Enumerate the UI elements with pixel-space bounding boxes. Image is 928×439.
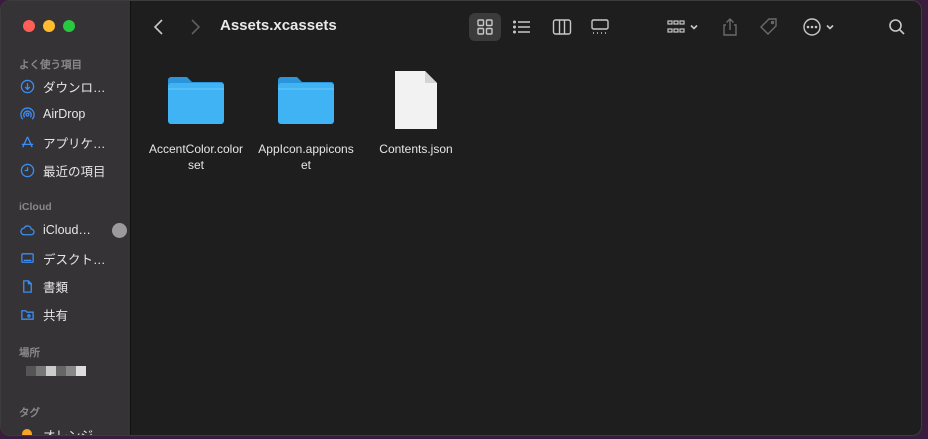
grid-icon [477, 19, 493, 35]
ellipsis-circle-icon [802, 18, 821, 36]
sidebar-item-label: 最近の項目 [43, 164, 106, 179]
view-gallery-button[interactable] [584, 13, 616, 41]
applications-icon [19, 134, 35, 150]
share-icon [723, 18, 737, 36]
sidebar: よく使う項目 ダウンロ… AirDrop アプリケ… 最近の項目 iCloud … [1, 1, 131, 435]
section-title-locations: 場所 [19, 347, 40, 359]
section-title-tags: タグ [19, 407, 40, 419]
file-browser-content: AccentColor.colorset AppIcon.appiconset … [132, 53, 921, 435]
cloud-icon [19, 222, 35, 238]
sidebar-item-airdrop[interactable]: AirDrop [19, 104, 127, 124]
file-item-contents-json[interactable]: Contents.json [366, 67, 466, 157]
document-file-icon [395, 71, 437, 129]
toolbar: Assets.xcassets [132, 1, 921, 53]
view-list-button[interactable] [506, 13, 538, 41]
sidebar-item-applications[interactable]: アプリケ… [19, 132, 127, 152]
columns-icon [552, 19, 572, 35]
folder-icon [168, 77, 224, 124]
sidebar-item-documents[interactable]: 書類 [19, 276, 127, 296]
view-columns-button[interactable] [546, 13, 578, 41]
sidebar-item-tag-orange[interactable]: オレンジ [19, 424, 127, 436]
airdrop-icon [19, 106, 35, 122]
redacted-location-item[interactable] [26, 366, 86, 376]
file-name: Contents.json [379, 142, 453, 156]
sidebar-item-label: 共有 [43, 308, 69, 323]
finder-window: よく使う項目 ダウンロ… AirDrop アプリケ… 最近の項目 iCloud … [0, 0, 922, 436]
sidebar-item-label: iCloud… [43, 223, 91, 237]
back-button[interactable] [146, 13, 172, 41]
file-name: AccentColor.colorset [148, 142, 244, 172]
sidebar-item-label: デスクト… [43, 252, 106, 267]
sidebar-item-recents[interactable]: 最近の項目 [19, 160, 127, 180]
close-window-button[interactable] [23, 20, 35, 32]
orange-tag-dot [19, 426, 35, 435]
more-actions-button[interactable] [798, 13, 838, 41]
window-controls [23, 20, 75, 32]
chevron-down-icon [825, 24, 834, 30]
sidebar-item-shared[interactable]: 共有 [19, 304, 127, 324]
file-name: AppIcon.appiconset [258, 142, 354, 172]
chevron-left-icon [153, 19, 163, 35]
sidebar-item-label: ダウンロ… [43, 80, 106, 95]
tag-button[interactable] [755, 13, 783, 41]
chevron-down-icon [689, 24, 698, 30]
storage-usage-icon [112, 223, 127, 238]
clock-icon [19, 162, 35, 178]
shared-folder-icon [19, 306, 35, 322]
view-icons-button[interactable] [469, 13, 501, 41]
window-title: Assets.xcassets [220, 17, 337, 34]
chevron-right-icon [191, 19, 201, 35]
sidebar-item-label: アプリケ… [43, 136, 106, 151]
tag-icon [760, 18, 777, 35]
share-button[interactable] [716, 13, 744, 41]
list-icon [513, 20, 530, 34]
zoom-window-button[interactable] [63, 20, 75, 32]
sidebar-item-label: AirDrop [43, 107, 86, 121]
sidebar-item-icloud-drive[interactable]: iCloud… [19, 220, 127, 240]
download-icon [19, 78, 35, 94]
search-button[interactable] [883, 13, 911, 41]
forward-button[interactable] [182, 13, 208, 41]
group-grid-icon [666, 20, 685, 33]
folder-icon [278, 77, 334, 124]
desktop-icon [19, 250, 35, 266]
sidebar-item-downloads[interactable]: ダウンロ… [19, 76, 127, 96]
sidebar-item-label: 書類 [43, 280, 69, 295]
file-item-appicon[interactable]: AppIcon.appiconset [256, 67, 356, 173]
section-title-icloud: iCloud [19, 201, 52, 213]
minimize-window-button[interactable] [43, 20, 55, 32]
file-item-accentcolor[interactable]: AccentColor.colorset [146, 67, 246, 173]
sidebar-item-desktop[interactable]: デスクト… [19, 248, 127, 268]
group-by-button[interactable] [662, 13, 702, 41]
section-title-favorites: よく使う項目 [19, 59, 82, 71]
document-icon [19, 278, 35, 294]
gallery-icon [591, 19, 609, 34]
sidebar-item-label: オレンジ [43, 428, 94, 436]
search-icon [889, 19, 905, 35]
